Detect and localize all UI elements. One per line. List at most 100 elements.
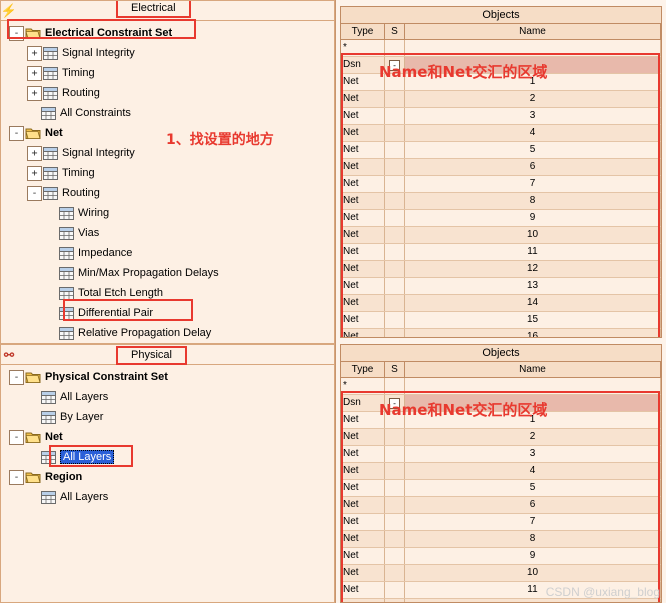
objects-top-cell-s[interactable]	[385, 108, 405, 124]
objects-top-cell-type[interactable]: Net	[341, 176, 385, 192]
electrical-tree-item-node[interactable]: Min/Max Propagation Delays	[1, 263, 334, 283]
objects-top-cell-name[interactable]: 7	[405, 176, 661, 192]
collapse-toggle-icon[interactable]: -	[27, 185, 42, 201]
objects-top-cell-name[interactable]: 13	[405, 278, 661, 294]
column-header-type-top[interactable]: Type	[341, 24, 385, 39]
electrical-tree-item-node[interactable]: - Routing	[1, 183, 334, 203]
objects-top-cell-name[interactable]: 8	[405, 193, 661, 209]
objects-top-row[interactable]: Net 3	[341, 108, 661, 125]
objects-bottom-row[interactable]: Net 10	[341, 565, 661, 582]
objects-bottom-cell-s[interactable]	[385, 463, 405, 479]
objects-top-row[interactable]: Net 11	[341, 244, 661, 261]
objects-bottom-row[interactable]: Net 6	[341, 497, 661, 514]
objects-top-cell-name[interactable]: 3	[405, 108, 661, 124]
physical-tree-item-node[interactable]: - Region	[1, 467, 334, 487]
objects-bottom-cell-type[interactable]: Net	[341, 463, 385, 479]
electrical-tree-item-node[interactable]: + Routing	[1, 83, 334, 103]
objects-top-row[interactable]: Net 8	[341, 193, 661, 210]
objects-bottom-cell-type[interactable]: Net	[341, 599, 385, 602]
objects-bottom-cell-s[interactable]	[385, 497, 405, 513]
objects-top-cell-name[interactable]	[405, 40, 661, 56]
objects-top-row[interactable]: Net 16	[341, 329, 661, 337]
objects-top-row[interactable]: Net 13	[341, 278, 661, 295]
objects-bottom-row[interactable]: Net 4	[341, 463, 661, 480]
electrical-tree-item-node[interactable]: Relative Propagation Delay	[1, 323, 334, 343]
objects-top-cell-name[interactable]: 11	[405, 244, 661, 260]
objects-bottom-row[interactable]: Net 2	[341, 429, 661, 446]
objects-bottom-cell-name[interactable]: 10	[405, 565, 661, 581]
electrical-tree-item-node[interactable]: Vias	[1, 223, 334, 243]
objects-bottom-cell-s[interactable]	[385, 565, 405, 581]
objects-bottom-cell-s[interactable]	[385, 514, 405, 530]
collapse-toggle-icon[interactable]: -	[9, 369, 24, 385]
objects-top-row[interactable]: Net 5	[341, 142, 661, 159]
objects-top-cell-type[interactable]: Net	[341, 261, 385, 277]
column-header-type-bottom[interactable]: Type	[341, 362, 385, 377]
objects-top-cell-s[interactable]	[385, 40, 405, 56]
electrical-tree[interactable]: - Electrical Constraint Set + Signal Integr…	[1, 21, 334, 343]
objects-bottom-cell-type[interactable]: Net	[341, 582, 385, 598]
objects-top-cell-type[interactable]: Net	[341, 312, 385, 328]
physical-tree-item-node[interactable]: All Layers	[1, 487, 334, 507]
expand-toggle-icon[interactable]: +	[27, 165, 42, 181]
column-header-name-top[interactable]: Name	[405, 24, 661, 39]
objects-bottom-row[interactable]: Net 5	[341, 480, 661, 497]
objects-bottom-cell-type[interactable]: Net	[341, 531, 385, 547]
objects-top-cell-s[interactable]	[385, 278, 405, 294]
objects-bottom-row[interactable]: Net 8	[341, 531, 661, 548]
objects-bottom-cell-name[interactable]	[405, 378, 661, 394]
objects-top-cell-s[interactable]	[385, 210, 405, 226]
objects-bottom-row[interactable]: Net 7	[341, 514, 661, 531]
objects-bottom-row[interactable]: *	[341, 378, 661, 395]
collapse-toggle-icon[interactable]: -	[9, 25, 24, 41]
objects-bottom-cell-name[interactable]: 9	[405, 548, 661, 564]
electrical-tree-item-node[interactable]: All Constraints	[1, 103, 334, 123]
objects-top-row[interactable]: Net 6	[341, 159, 661, 176]
objects-bottom-cell-s[interactable]	[385, 429, 405, 445]
objects-bottom-cell-type[interactable]: Net	[341, 446, 385, 462]
objects-top-cell-s[interactable]	[385, 91, 405, 107]
objects-top-cell-name[interactable]: 2	[405, 91, 661, 107]
physical-tree-item-node[interactable]: By Layer	[1, 407, 334, 427]
objects-top-cell-type[interactable]: Net	[341, 125, 385, 141]
objects-bottom-cell-s[interactable]	[385, 548, 405, 564]
objects-top-cell-type[interactable]: Net	[341, 227, 385, 243]
objects-top-row[interactable]: Net 2	[341, 91, 661, 108]
electrical-tree-item-node[interactable]: Differential Pair	[1, 303, 334, 323]
objects-top-cell-name[interactable]: 10	[405, 227, 661, 243]
objects-top-cell-type[interactable]: Net	[341, 108, 385, 124]
objects-top-cell-name[interactable]: 15	[405, 312, 661, 328]
grid-rows-top[interactable]: * Dsn - Net 1 Net 2 Net 3 Net 4 Net 5 Net 6 Net 7 Net 8 Net…	[341, 40, 661, 337]
objects-top-cell-s[interactable]	[385, 329, 405, 337]
objects-top-cell-type[interactable]: Net	[341, 244, 385, 260]
physical-tree-item-node[interactable]: All Layers	[1, 387, 334, 407]
objects-bottom-cell-name[interactable]: 8	[405, 531, 661, 547]
objects-top-cell-name[interactable]: 9	[405, 210, 661, 226]
objects-top-cell-s[interactable]	[385, 295, 405, 311]
collapse-toggle-icon[interactable]: -	[9, 429, 24, 445]
objects-top-cell-s[interactable]	[385, 125, 405, 141]
expand-toggle-icon[interactable]: +	[27, 85, 42, 101]
objects-bottom-cell-name[interactable]: 2	[405, 429, 661, 445]
objects-top-cell-type[interactable]: Net	[341, 278, 385, 294]
column-header-name-bottom[interactable]: Name	[405, 362, 661, 377]
objects-top-row[interactable]: Net 15	[341, 312, 661, 329]
objects-top-cell-type[interactable]: *	[341, 40, 385, 56]
objects-top-cell-name[interactable]: 5	[405, 142, 661, 158]
physical-tree-item-node[interactable]: - Physical Constraint Set	[1, 367, 334, 387]
objects-top-cell-s[interactable]	[385, 261, 405, 277]
electrical-tree-item-node[interactable]: Total Etch Length	[1, 283, 334, 303]
objects-top-cell-s[interactable]	[385, 244, 405, 260]
objects-top-cell-s[interactable]	[385, 142, 405, 158]
objects-bottom-cell-name[interactable]: 5	[405, 480, 661, 496]
column-header-s-top[interactable]: S	[385, 24, 405, 39]
objects-top-cell-s[interactable]	[385, 227, 405, 243]
electrical-tree-item-node[interactable]: + Timing	[1, 63, 334, 83]
expand-toggle-icon[interactable]: +	[27, 65, 42, 81]
expand-toggle-icon[interactable]: +	[27, 145, 42, 161]
objects-top-cell-type[interactable]: Net	[341, 210, 385, 226]
objects-top-row[interactable]: Net 9	[341, 210, 661, 227]
objects-bottom-cell-s[interactable]	[385, 378, 405, 394]
objects-top-cell-type[interactable]: Net	[341, 91, 385, 107]
objects-top-cell-s[interactable]	[385, 193, 405, 209]
